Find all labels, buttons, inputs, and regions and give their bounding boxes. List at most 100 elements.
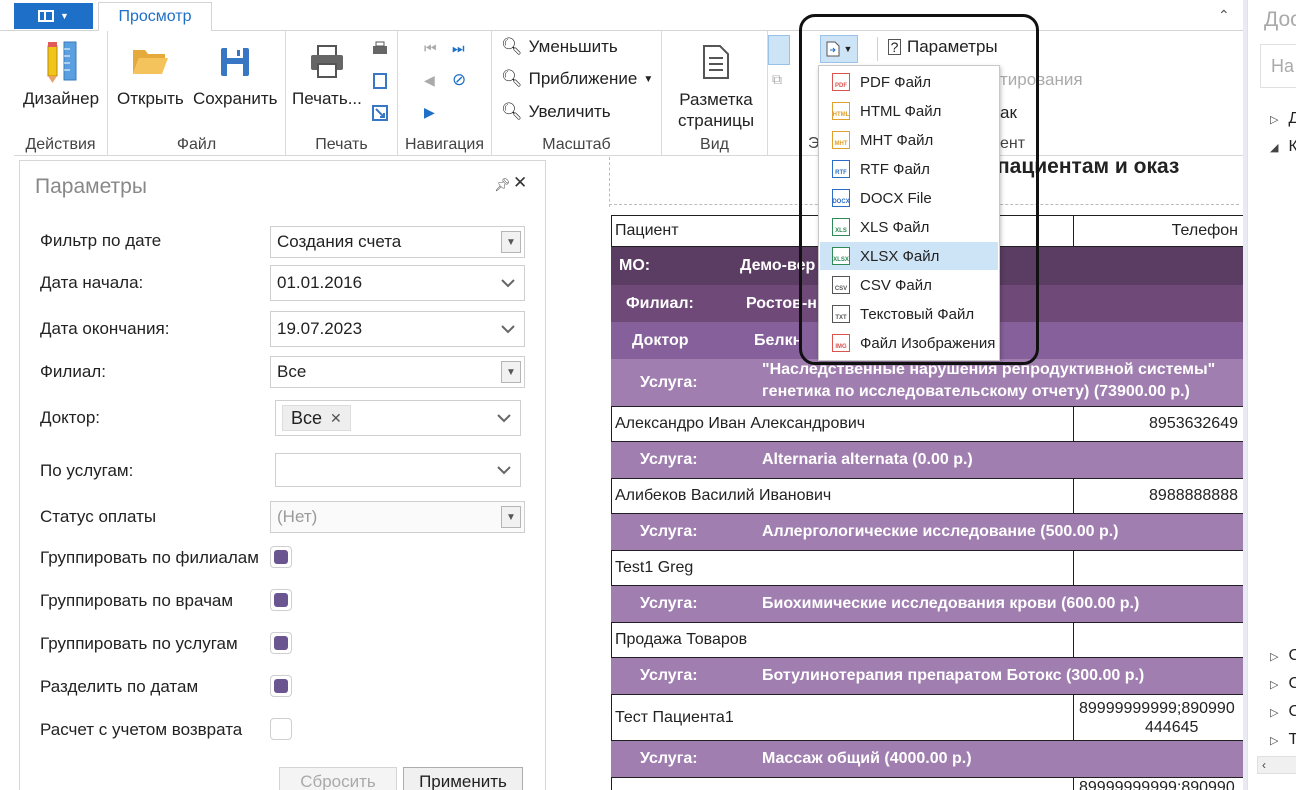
chevron-down-icon[interactable]: ▼ xyxy=(501,506,521,528)
zoom-in-label: Увеличить xyxy=(528,102,611,121)
scale-icon[interactable] xyxy=(371,104,389,122)
doctor-key: Доктор xyxy=(632,331,689,349)
services-multiselect[interactable] xyxy=(275,453,521,487)
multi-page-icon[interactable] xyxy=(768,35,790,65)
export-xls-item[interactable]: XLS XLS Файл xyxy=(820,213,998,241)
chevron-down-icon[interactable] xyxy=(496,410,512,426)
group-services-checkbox[interactable] xyxy=(270,632,292,654)
last-page-icon[interactable]: ⏭ xyxy=(452,40,465,57)
export-docx-item[interactable]: DOCX DOCX File xyxy=(820,184,998,212)
page-layout-icon xyxy=(702,35,730,89)
remove-tag-icon[interactable]: ✕ xyxy=(330,410,342,427)
zoom-in-icon: 🔍︎ xyxy=(501,102,523,121)
date-end-field[interactable]: 19.07.2023 xyxy=(270,311,525,347)
parameters-button[interactable]: ? Параметры xyxy=(888,37,998,57)
zoom-out-icon: 🔍︎ xyxy=(501,37,523,56)
export-file-icon xyxy=(826,41,840,57)
print-button[interactable]: Печать... xyxy=(292,35,362,109)
copy-icon[interactable]: ⧉ xyxy=(772,71,782,88)
refund-calc-checkbox[interactable] xyxy=(270,718,292,740)
expand-icon[interactable]: ▷ xyxy=(1270,675,1278,693)
tree-node[interactable]: ▷ Т xyxy=(1270,731,1296,749)
export-button[interactable]: ▼ xyxy=(820,35,858,63)
ribbon-cut-label-1: ак xyxy=(1000,103,1017,122)
checkbox-checked-mark xyxy=(274,593,288,607)
chevron-down-icon[interactable]: ▼ xyxy=(501,361,521,383)
service-value-line1: "Наследственные нарушения репродуктивной… xyxy=(762,361,1216,378)
doctor-tag: Все ✕ xyxy=(282,405,351,431)
xlsx-file-icon: XLSX xyxy=(832,247,850,265)
document-map-search[interactable]: На xyxy=(1260,44,1296,88)
expand-icon[interactable]: ▷ xyxy=(1270,703,1278,721)
expand-icon[interactable]: ▷ xyxy=(1270,731,1278,749)
tree-node[interactable]: ▷ С xyxy=(1270,675,1296,693)
patient-name: Продажа Товаров xyxy=(615,631,748,648)
branch-key: Филиал: xyxy=(626,294,694,312)
zoom-label: Приближение xyxy=(528,69,638,88)
table-row: Продажа Товаров xyxy=(611,622,1243,658)
branch-select[interactable]: Все ▼ xyxy=(270,356,525,388)
export-html-item[interactable]: HTML HTML Файл xyxy=(820,97,998,125)
designer-label: Дизайнер xyxy=(23,89,100,108)
export-pdf-item[interactable]: PDF PDF Файл xyxy=(820,68,998,96)
group-zoom: 🔍︎ Уменьшить 🔍︎ Приближение ▼ 🔍︎ Увеличи… xyxy=(492,31,662,156)
page-layout-button[interactable]: Разметка страницы xyxy=(678,35,754,131)
compass-icon[interactable]: ⊘ xyxy=(452,70,466,90)
group-view: Разметка страницы Вид xyxy=(662,31,768,156)
tab-view[interactable]: Просмотр xyxy=(98,2,212,32)
zoom-in-button[interactable]: 🔍︎ Увеличить xyxy=(501,102,611,122)
date-start-field[interactable]: 01.01.2016 xyxy=(270,265,525,301)
collapse-ribbon-icon[interactable]: ⌃ xyxy=(1218,7,1230,24)
export-image-item[interactable]: IMG Файл Изображения xyxy=(820,329,998,357)
chevron-down-icon[interactable] xyxy=(496,462,512,478)
first-page-icon[interactable]: ⏮ xyxy=(424,40,437,57)
table-row: Test1 Greg xyxy=(611,550,1243,586)
horizontal-scrollbar[interactable]: ‹ xyxy=(1257,756,1296,774)
designer-button[interactable]: Дизайнер xyxy=(23,35,99,109)
export-mht-item[interactable]: MHT MHT Файл xyxy=(820,126,998,154)
chevron-down-icon[interactable] xyxy=(500,321,516,337)
tree-node[interactable]: ▷ Д xyxy=(1270,110,1296,128)
zoom-out-button[interactable]: 🔍︎ Уменьшить xyxy=(501,37,618,57)
mht-file-icon: MHT xyxy=(832,131,850,149)
tree-node[interactable]: ▷ С xyxy=(1270,703,1296,721)
split-dates-checkbox[interactable] xyxy=(270,675,292,697)
payment-status-select[interactable]: (Нет) ▼ xyxy=(270,501,525,533)
checkbox-checked-mark xyxy=(274,636,288,650)
export-xlsx-item[interactable]: XLSX XLSX Файл xyxy=(820,242,998,270)
service-band: Услуга: Ботулинотерапия препаратом Боток… xyxy=(611,658,1243,694)
app-menu-button[interactable]: ▼ xyxy=(14,3,93,29)
service-key: Услуга: xyxy=(640,667,698,684)
tree-node[interactable]: ◢ К xyxy=(1270,138,1296,156)
export-item-label: PDF Файл xyxy=(860,73,932,91)
previous-page-icon[interactable]: ◀ xyxy=(424,72,435,89)
zoom-button[interactable]: 🔍︎ Приближение ▼ xyxy=(501,69,653,89)
export-item-label: Текстовый Файл xyxy=(860,305,975,323)
expand-icon[interactable]: ▷ xyxy=(1270,647,1278,665)
page-setup-icon[interactable] xyxy=(371,72,389,90)
group-branches-checkbox[interactable] xyxy=(270,546,292,568)
export-rtf-item[interactable]: RTF RTF Файл xyxy=(820,155,998,183)
export-text-item[interactable]: TXT Текстовый Файл xyxy=(820,300,998,328)
group-print: Печать... Печать xyxy=(286,31,398,156)
expand-icon[interactable]: ▷ xyxy=(1270,110,1278,128)
quick-print-icon[interactable] xyxy=(371,40,389,58)
open-button[interactable]: Открыть xyxy=(117,35,184,109)
tree-node[interactable]: ▷ С xyxy=(1270,647,1296,665)
parameters-icon: ? xyxy=(888,39,901,55)
pin-icon[interactable]: 📌︎ xyxy=(494,177,511,193)
collapse-icon[interactable]: ◢ xyxy=(1270,138,1278,156)
doctor-multiselect[interactable]: Все ✕ xyxy=(275,400,521,436)
save-button[interactable]: Сохранить xyxy=(193,35,277,109)
next-page-icon[interactable]: ▶ xyxy=(424,104,435,121)
chevron-down-icon[interactable]: ▼ xyxy=(501,231,521,253)
export-csv-item[interactable]: CSV CSV Файл xyxy=(820,271,998,299)
service-key: Услуга: xyxy=(640,451,698,468)
group-doctors-checkbox[interactable] xyxy=(270,589,292,611)
date-filter-select[interactable]: Создания счета ▼ xyxy=(270,226,525,258)
close-icon[interactable]: ✕ xyxy=(513,173,527,193)
apply-button[interactable]: Применить xyxy=(403,767,523,790)
scroll-left-icon[interactable]: ‹ xyxy=(1262,758,1266,772)
reset-button[interactable]: Сбросить xyxy=(279,767,397,790)
chevron-down-icon[interactable] xyxy=(500,275,516,291)
